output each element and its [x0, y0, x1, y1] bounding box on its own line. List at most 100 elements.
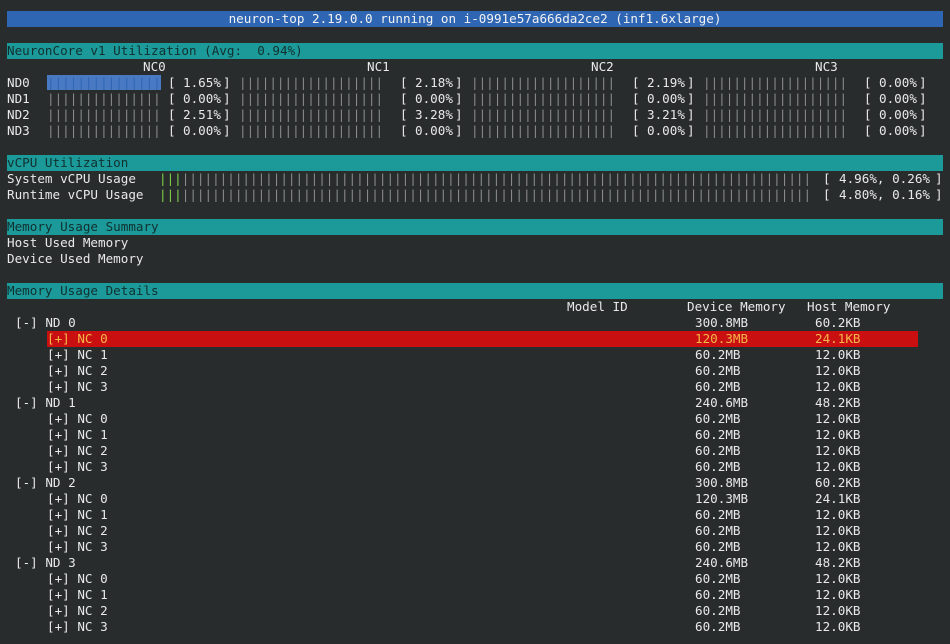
- vcpu-row-label: Runtime vCPU Usage: [7, 187, 144, 202]
- core-usage-value: 0.00%: [415, 123, 453, 138]
- core-usage-value: 2.19%: [647, 75, 685, 90]
- core-usage-bracket: ]: [687, 123, 695, 138]
- memory-tree-core-row[interactable]: [+] NC 3: [47, 619, 108, 635]
- core-usage-bar: |||||||||||||||||||: [471, 123, 616, 138]
- vcpu-usage-fill: |||: [159, 187, 182, 202]
- core-usage-value: 0.00%: [879, 123, 917, 138]
- core-usage-bracket: ]: [919, 107, 927, 122]
- core-usage-value: 0.00%: [415, 91, 453, 106]
- core-usage-bracket: [: [400, 91, 408, 106]
- memory-tree-core-row[interactable]: [+] NC 3: [47, 539, 108, 555]
- memory-tree-core-row[interactable]: [+] NC 2: [47, 523, 108, 539]
- core-usage-value: 0.00%: [879, 107, 917, 122]
- vcpu-utilization-header: vCPU Utilization: [7, 155, 943, 171]
- vcpu-usage-bracket: [: [823, 171, 831, 186]
- core-usage-bar: |||||||||||||||||||: [703, 91, 848, 106]
- core-column-header: NC1: [367, 59, 390, 74]
- vcpu-usage-bracket: [: [823, 187, 831, 202]
- device-memory-value: 300.8MB: [695, 315, 749, 330]
- device-memory-value: 60.2MB: [695, 539, 741, 554]
- core-usage-bracket: [: [168, 91, 176, 106]
- core-usage-bar: |||||||||||||||||||: [239, 123, 384, 138]
- memory-tree-core-row[interactable]: [+] NC 0: [47, 491, 108, 507]
- selected-row-highlight[interactable]: [47, 331, 918, 347]
- memory-tree-core-row[interactable]: [+] NC 3: [47, 379, 108, 395]
- core-usage-bracket: ]: [223, 75, 231, 90]
- vcpu-usage-bar: ||||||||||||||||||||||||||||||||||||||||…: [159, 187, 812, 202]
- device-used-memory-label: Device Used Memory: [7, 251, 144, 266]
- core-usage-bracket: ]: [687, 75, 695, 90]
- core-column-header: NC2: [591, 59, 614, 74]
- host-memory-value: 12.0KB: [815, 539, 861, 554]
- device-memory-value: 60.2MB: [695, 603, 741, 618]
- device-memory-value: 60.2MB: [695, 619, 741, 634]
- core-usage-bracket: ]: [919, 75, 927, 90]
- core-usage-bracket: ]: [455, 91, 463, 106]
- vcpu-usage-fill: |||: [159, 171, 182, 186]
- device-memory-value: 60.2MB: [695, 571, 741, 586]
- memory-tree-core-row[interactable]: [+] NC 0: [47, 571, 108, 587]
- host-memory-value: 12.0KB: [815, 459, 861, 474]
- core-usage-value: 1.65%: [183, 75, 221, 90]
- memory-tree-device-row[interactable]: [-] ND 2: [15, 475, 76, 491]
- host-memory-value: 12.0KB: [815, 411, 861, 426]
- core-usage-value: 3.28%: [415, 107, 453, 122]
- core-usage-bracket: [: [632, 91, 640, 106]
- memory-tree-device-row[interactable]: [-] ND 3: [15, 555, 76, 571]
- memory-tree-core-row[interactable]: [+] NC 2: [47, 443, 108, 459]
- app-title: neuron-top 2.19.0.0 running on i-0991e57…: [7, 11, 943, 27]
- core-usage-bracket: ]: [919, 91, 927, 106]
- memory-tree-device-row[interactable]: [-] ND 0: [15, 315, 76, 331]
- vcpu-row-label: System vCPU Usage: [7, 171, 136, 186]
- host-memory-value: 24.1KB: [815, 331, 861, 346]
- core-usage-bracket: ]: [223, 123, 231, 138]
- device-memory-value: 60.2MB: [695, 507, 741, 522]
- memory-tree-core-row[interactable]: [+] NC 0: [47, 411, 108, 427]
- host-memory-value: 48.2KB: [815, 395, 861, 410]
- core-usage-bracket: [: [168, 107, 176, 122]
- core-usage-value: 3.21%: [647, 107, 685, 122]
- core-usage-bracket: [: [632, 75, 640, 90]
- core-usage-bracket: [: [864, 75, 872, 90]
- col-device-memory: Device Memory: [687, 299, 786, 314]
- vcpu-usage-bar: ||||||||||||||||||||||||||||||||||||||||…: [159, 171, 812, 186]
- memory-tree-core-row[interactable]: [+] NC 3: [47, 459, 108, 475]
- host-memory-value: 12.0KB: [815, 347, 861, 362]
- device-memory-value: 60.2MB: [695, 363, 741, 378]
- core-usage-bar: |||||||||||||||: [47, 91, 161, 106]
- device-memory-value: 60.2MB: [695, 587, 741, 602]
- core-usage-bar: |||||||||||||||||||: [471, 75, 616, 90]
- core-usage-value: 0.00%: [183, 91, 221, 106]
- device-memory-value: 120.3MB: [695, 331, 749, 346]
- memory-tree-device-row[interactable]: [-] ND 1: [15, 395, 76, 411]
- memory-tree-core-row[interactable]: [+] NC 1: [47, 427, 108, 443]
- core-usage-fill: |||||||||||||||: [47, 75, 161, 90]
- core-usage-value: 0.00%: [879, 91, 917, 106]
- host-memory-value: 12.0KB: [815, 507, 861, 522]
- core-usage-bracket: ]: [455, 107, 463, 122]
- host-memory-value: 12.0KB: [815, 443, 861, 458]
- core-usage-bar: |||||||||||||||||||: [703, 75, 848, 90]
- core-utilization-header: NeuronCore v1 Utilization (Avg: 0.94%): [7, 43, 943, 59]
- memory-tree-core-row[interactable]: [+] NC 2: [47, 363, 108, 379]
- core-usage-bracket: [: [168, 75, 176, 90]
- core-usage-bar: |||||||||||||||||||: [471, 107, 616, 122]
- device-memory-value: 240.6MB: [695, 395, 749, 410]
- memory-tree-core-row[interactable]: [+] NC 1: [47, 587, 108, 603]
- vcpu-usage-bracket: ]: [935, 171, 943, 186]
- host-memory-value: 60.2KB: [815, 475, 861, 490]
- core-column-header: NC0: [143, 59, 166, 74]
- device-row-label: ND2: [7, 107, 30, 122]
- core-usage-value: 0.00%: [183, 123, 221, 138]
- host-memory-value: 24.1KB: [815, 491, 861, 506]
- core-usage-bar: |||||||||||||||||||: [471, 91, 616, 106]
- core-usage-value: 0.00%: [647, 91, 685, 106]
- host-memory-value: 12.0KB: [815, 379, 861, 394]
- host-memory-value: 12.0KB: [815, 619, 861, 634]
- vcpu-usage-value: 4.80%, 0.16%: [839, 187, 930, 202]
- memory-tree-core-row[interactable]: [+] NC 1: [47, 507, 108, 523]
- memory-tree-core-row[interactable]: [+] NC 1: [47, 347, 108, 363]
- memory-tree-core-row[interactable]: [+] NC 2: [47, 603, 108, 619]
- memory-tree-core-row[interactable]: [+] NC 0: [47, 331, 108, 347]
- device-row-label: ND1: [7, 91, 30, 106]
